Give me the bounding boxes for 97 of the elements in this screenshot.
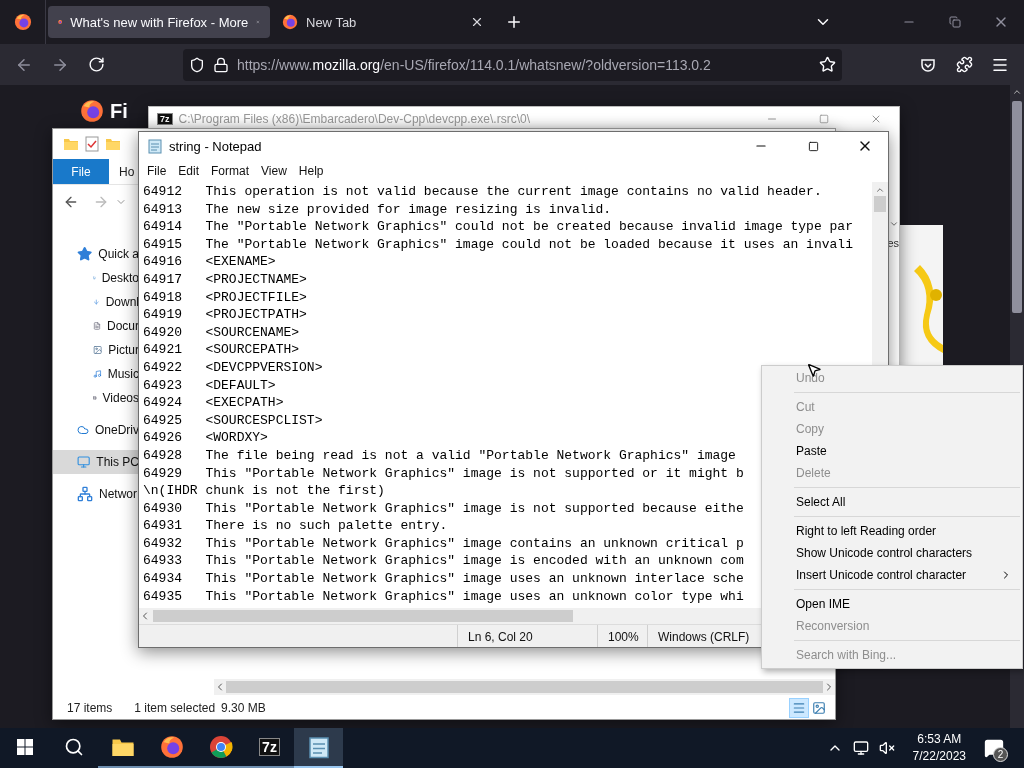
text-line: 64918 <PROJECTFILE> <box>143 288 307 307</box>
text-line: 64934 This "Portable Network Graphics" image uses an unknown interlace sche <box>143 570 744 588</box>
nav-item[interactable]: Music <box>53 362 139 386</box>
nav-item[interactable]: This PC <box>53 450 139 474</box>
browser-tab[interactable]: New Tab <box>272 6 494 38</box>
taskbar-button[interactable] <box>294 728 343 768</box>
scrollbar-thumb[interactable] <box>1012 101 1022 313</box>
text-line: 64914 The "Portable Network Graphics" could not be created because invalid image type par <box>143 218 853 236</box>
archive-app-icon: 7z <box>259 737 280 757</box>
menu-item[interactable]: Edit <box>172 164 206 178</box>
text-line: 64932 This "Portable Network Graphics" image contains an unknown critical p <box>143 534 744 553</box>
firefox-menu-icon <box>13 13 32 31</box>
archive-app-icon: 7z <box>157 112 173 126</box>
menu-item[interactable]: Insert Unicode control character <box>764 564 1020 586</box>
windows-logo-icon[interactable] <box>16 739 33 755</box>
nav-item[interactable]: Pictur <box>53 338 139 362</box>
text-line: 64933 This "Portable Network Graphics" image is encoded with an unknown com <box>143 552 744 571</box>
firefox-logo-icon <box>80 99 104 123</box>
menu-item[interactable]: Select All <box>764 491 1020 513</box>
menu-item[interactable]: Open IME <box>764 593 1020 615</box>
network-icon <box>77 486 93 502</box>
folder-icon <box>63 136 79 152</box>
star-icon <box>77 246 93 262</box>
firefox-logo-icon <box>159 735 184 759</box>
text-line: \n(IHDR chunk is not the first) <box>143 482 385 500</box>
pocket-icon[interactable] <box>920 56 936 73</box>
browser-tab[interactable]: What's new with Firefox - More <box>48 6 270 38</box>
scrollbar-thumb[interactable] <box>874 196 886 212</box>
text-line: 64929 This "Portable Network Graphics" image is not supported or it might b <box>143 464 744 483</box>
search-icon[interactable] <box>63 737 84 757</box>
text-line: 64925 <SOURCESPCLIST> <box>143 411 323 430</box>
notepad-icon <box>306 735 331 759</box>
text-line: 64931 There is no such palette entry. <box>143 517 448 535</box>
text-line: 64930 This "Portable Network Graphics" image is not supported because eithe <box>143 499 744 518</box>
nav-item[interactable]: Videos <box>53 386 139 410</box>
new-tab-icon[interactable] <box>505 13 523 31</box>
clock[interactable]: 6:53 AM 7/22/2023 <box>904 731 974 765</box>
properties-icon[interactable] <box>85 136 99 152</box>
window-title: C:\Program Files (x86)\Embarcadero\Dev-Cpp\devcpp.exe\.rsrc\0\ <box>178 112 530 126</box>
muted-speaker-icon[interactable] <box>878 740 895 756</box>
page-heading: Fi <box>110 99 128 123</box>
status-text: 17 items <box>67 701 113 715</box>
text-line: 64923 <DEFAULT> <box>143 376 276 395</box>
dropdown-caret-icon[interactable] <box>889 219 899 229</box>
chrome-icon <box>208 735 233 759</box>
text-line: 64912 This operation is not valid because the current image contains no valid header. <box>143 183 822 201</box>
new-folder-icon <box>105 136 121 152</box>
menu-item[interactable]: View <box>255 164 293 178</box>
menu-item[interactable]: Format <box>205 164 256 178</box>
computer-icon <box>77 454 91 470</box>
bookmark-star-icon[interactable] <box>819 56 836 73</box>
menu-item[interactable]: Help <box>292 164 330 178</box>
menu-item[interactable]: Show Unicode control characters <box>764 542 1020 564</box>
nav-item[interactable]: Deskto <box>53 266 139 290</box>
text-line: 64913 The new size provided for image resizing is invalid. <box>143 200 612 219</box>
status-text: 9.30 MB <box>221 701 266 715</box>
scroll-up-icon[interactable] <box>875 185 885 195</box>
details-view-icon[interactable] <box>789 698 809 718</box>
nav-item[interactable]: Networ <box>53 482 139 506</box>
nav-item[interactable]: Downl <box>53 290 139 314</box>
ribbon-tab[interactable]: Ho <box>109 159 137 184</box>
firefox-logo-icon <box>282 14 298 30</box>
scroll-up-icon[interactable] <box>1012 87 1022 97</box>
text-line: 64935 This "Portable Network Graphics" image uses an unknown color type whi <box>143 587 744 606</box>
status-text: Ln 6, Col 20 <box>457 625 597 647</box>
status-text: 100% <box>597 625 647 647</box>
menu-item[interactable]: File <box>141 164 173 178</box>
back-icon[interactable] <box>63 194 79 210</box>
text-line: 64916 <EXENAME> <box>143 253 276 271</box>
text-line: 64922 <DEVCPPVERSION> <box>143 358 323 377</box>
menu-item[interactable]: Paste <box>764 440 1020 462</box>
scrollbar-thumb[interactable] <box>153 610 574 622</box>
status-text: 1 item selected <box>134 701 216 715</box>
menu-item[interactable]: Right to left Reading order <box>764 520 1020 542</box>
restore-icon[interactable] <box>949 16 961 28</box>
text-line: 64920 <SOURCENAME> <box>143 323 300 342</box>
nav-item[interactable]: OneDriv <box>53 418 139 442</box>
text-line: 64921 <SOURCEPATH> <box>143 341 300 359</box>
reload-icon[interactable] <box>87 56 105 73</box>
close-icon[interactable] <box>470 15 484 29</box>
nav-item[interactable]: Docur <box>53 314 139 338</box>
text-line: 64919 <PROJECTPATH> <box>143 306 307 324</box>
scrollbar-thumb[interactable] <box>226 681 823 693</box>
text-line: 64915 The "Portable Network Graphics" image could not be loaded because it uses an invali <box>143 235 853 254</box>
lock-icon[interactable] <box>213 56 229 73</box>
address-bar[interactable]: https://www.mozilla.org/en-US/firefox/114.0.1/whatsnew/?oldversion=113.0.2 <box>183 48 842 81</box>
shield-icon[interactable] <box>189 56 205 73</box>
text-line: 64917 <PROJECTNAME> <box>143 270 307 289</box>
text-line: 64928 The file being read is not a valid "Portable Network Graphics" image <box>143 446 736 465</box>
maximize-icon[interactable] <box>807 140 819 152</box>
ribbon-tab[interactable]: File <box>53 159 109 184</box>
text-line: 64926 <WORDXY> <box>143 429 268 447</box>
text-line: 64924 <EXECPATH> <box>143 394 284 412</box>
window-title: string - Notepad <box>169 138 262 154</box>
network-icon[interactable] <box>852 740 869 756</box>
notepad-icon <box>147 138 163 154</box>
extensions-icon[interactable] <box>955 56 973 73</box>
